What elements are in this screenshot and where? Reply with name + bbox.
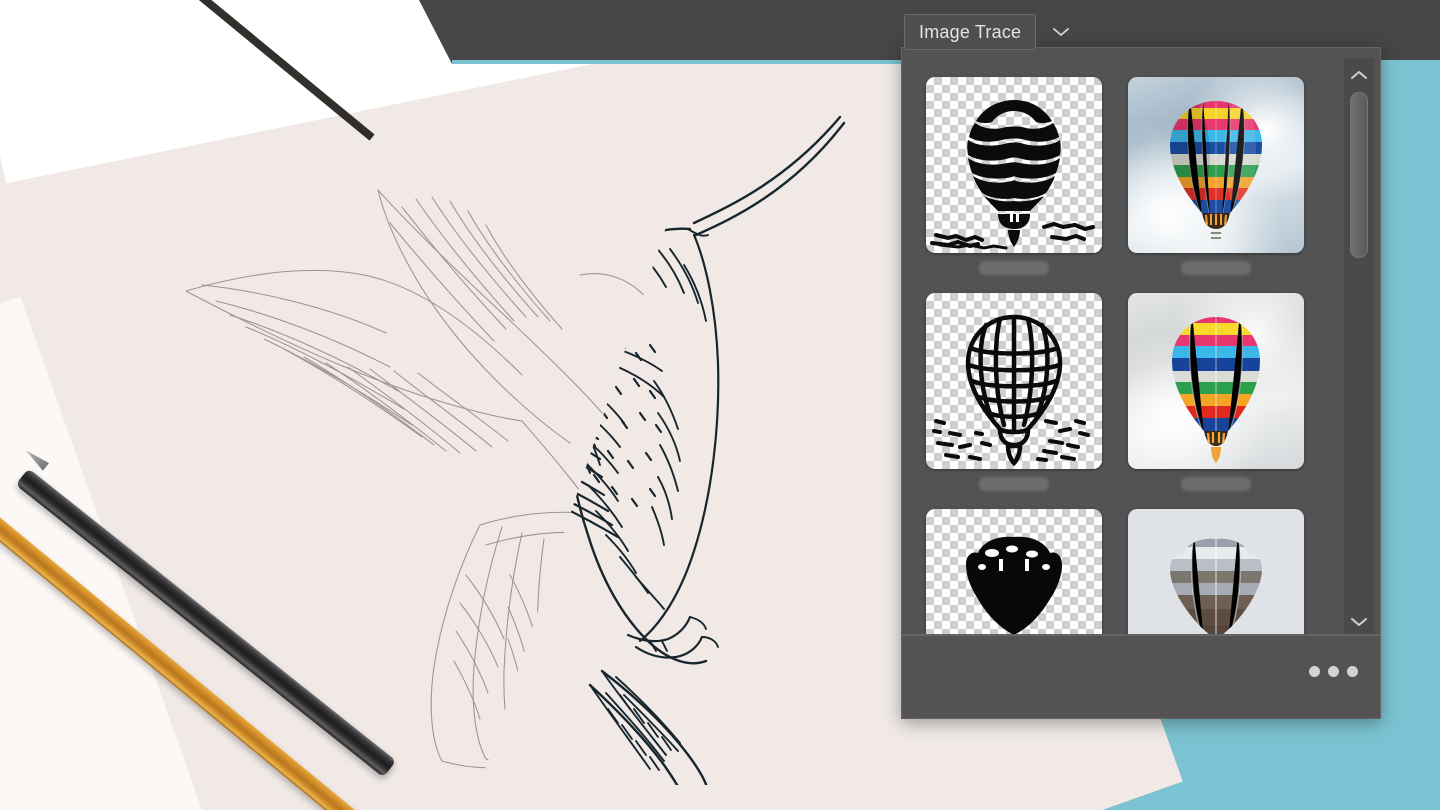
- dot: [1328, 666, 1339, 677]
- preset-thumbnail-outline[interactable]: [926, 293, 1102, 469]
- preset-thumbnail-photo-color[interactable]: [1128, 77, 1304, 253]
- preset-grid: [926, 77, 1326, 636]
- dot: [1347, 666, 1358, 677]
- chevron-down-icon[interactable]: [1050, 22, 1072, 42]
- preset-cell[interactable]: [926, 293, 1102, 491]
- balloon-photo-color-art: [1170, 101, 1262, 247]
- scrollbar-thumb[interactable]: [1350, 92, 1368, 258]
- preset-scroll-area[interactable]: [902, 48, 1338, 636]
- preset-cell[interactable]: [926, 509, 1102, 636]
- balloon-outline-art: [932, 314, 1090, 467]
- chevron-down-icon[interactable]: [1344, 608, 1374, 634]
- image-trace-results-panel: [901, 47, 1381, 719]
- chevron-up-icon[interactable]: [1344, 62, 1374, 88]
- balloon-solid-black-art: [966, 536, 1062, 636]
- preset-label-redacted: [1181, 477, 1251, 491]
- more-horizontal-icon[interactable]: [1309, 666, 1358, 677]
- preset-thumbnail-posterized[interactable]: [1128, 293, 1304, 469]
- balloon-posterized-art: [1172, 317, 1260, 463]
- panel-scrollbar[interactable]: [1344, 58, 1374, 638]
- preset-thumbnail-silhouette[interactable]: [926, 77, 1102, 253]
- hummingbird-artwork: [150, 95, 870, 785]
- footer-divider: [902, 635, 1380, 636]
- panel-footer: [902, 634, 1380, 718]
- image-trace-label: Image Trace: [919, 21, 1022, 42]
- preset-label-redacted: [979, 261, 1049, 275]
- image-trace-button[interactable]: Image Trace: [904, 14, 1037, 50]
- preset-cell[interactable]: [1128, 509, 1304, 636]
- preset-cell[interactable]: [926, 77, 1102, 275]
- preset-thumbnail-muted[interactable]: [1128, 509, 1304, 636]
- preset-cell[interactable]: [1128, 293, 1304, 491]
- balloon-muted-art: [1170, 538, 1262, 636]
- app-window: Image Trace: [0, 0, 1440, 810]
- preset-thumbnail-solid-black[interactable]: [926, 509, 1102, 636]
- dot: [1309, 666, 1320, 677]
- preset-label-redacted: [1181, 261, 1251, 275]
- preset-label-redacted: [979, 477, 1049, 491]
- preset-cell[interactable]: [1128, 77, 1304, 275]
- hummingbird-vector-layer: [480, 115, 846, 785]
- balloon-silhouette-art: [930, 100, 1095, 250]
